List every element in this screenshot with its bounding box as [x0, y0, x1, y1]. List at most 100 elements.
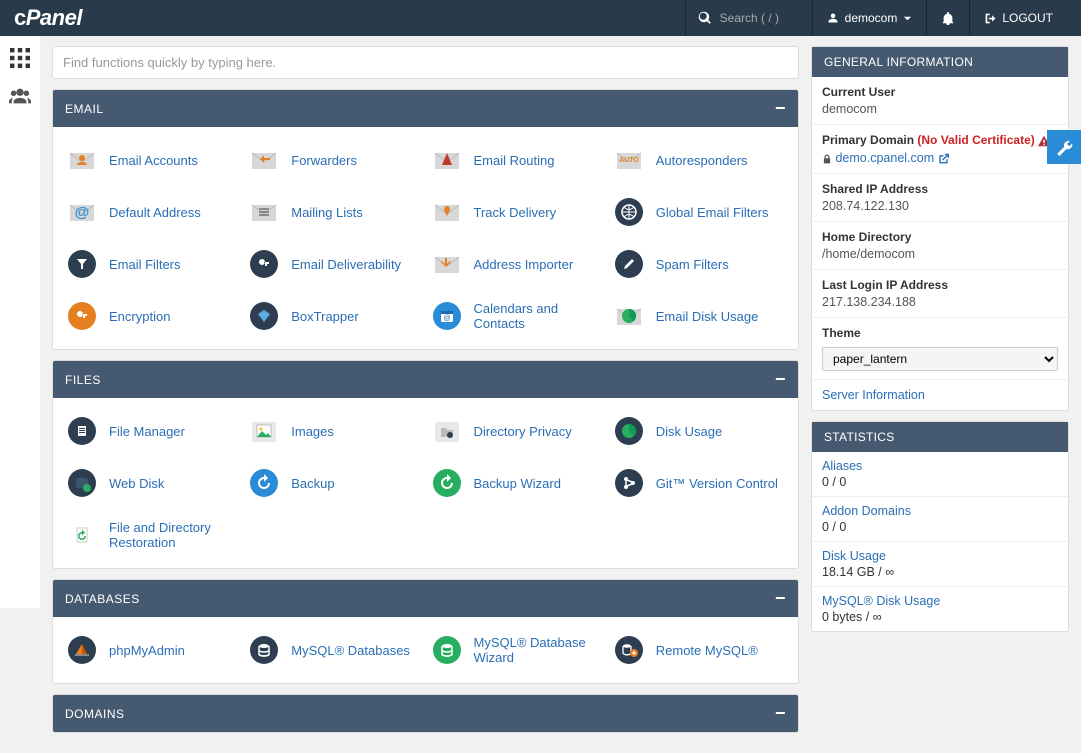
cpanel-logo[interactable]: cPanel — [14, 5, 82, 31]
app-item-git-version-control[interactable]: Git™ Version Control — [608, 460, 790, 506]
app-item-email-disk-usage[interactable]: Email Disk Usage — [608, 293, 790, 339]
app-item-forwarders[interactable]: Forwarders — [243, 137, 425, 183]
info-home-dir: Home Directory /home/democom — [812, 222, 1068, 270]
general-info-title: GENERAL INFORMATION — [812, 47, 1068, 77]
user-menu[interactable]: democom — [812, 0, 927, 36]
app-item-label: Directory Privacy — [474, 424, 572, 439]
section-header[interactable]: DATABASES− — [53, 580, 798, 617]
section-files: FILES− File ManagerImages Directory Privac… — [52, 360, 799, 569]
app-item-spam-filters[interactable]: Spam Filters — [608, 241, 790, 287]
theme-select[interactable]: paper_lantern — [822, 347, 1058, 371]
disk-green-icon — [612, 414, 646, 448]
top-search-input[interactable] — [720, 11, 800, 25]
key-navy-icon — [247, 247, 281, 281]
domain-link[interactable]: demo.cpanel.com — [835, 151, 934, 165]
app-item-label: Address Importer — [474, 257, 574, 272]
svg-text:AUTO: AUTO — [619, 157, 639, 164]
info-shared-ip: Shared IP Address 208.74.122.130 — [812, 174, 1068, 222]
app-item-label: BoxTrapper — [291, 309, 358, 324]
notifications[interactable] — [926, 0, 969, 36]
collapse-icon[interactable]: − — [775, 588, 786, 609]
wrench-icon — [1055, 138, 1073, 156]
section-header[interactable]: EMAIL − — [53, 90, 798, 127]
app-item-file-and-directory-restoration[interactable]: File and Directory Restoration — [61, 512, 243, 558]
info-current-user: Current User democom — [812, 77, 1068, 125]
app-item-address-importer[interactable]: Address Importer — [426, 241, 608, 287]
stat-row: Aliases0 / 0 — [812, 452, 1068, 497]
top-search[interactable] — [685, 0, 812, 36]
app-item-label: phpMyAdmin — [109, 643, 185, 658]
collapse-icon[interactable]: − — [775, 369, 786, 390]
app-item-label: File and Directory Restoration — [109, 520, 239, 550]
main-search-input[interactable] — [63, 55, 788, 70]
logout-button[interactable]: LOGOUT — [969, 0, 1067, 36]
app-item-phpmyadmin[interactable]: phpMyAdmin — [61, 627, 243, 673]
app-item-backup[interactable]: Backup — [243, 460, 425, 506]
stat-label[interactable]: Aliases — [822, 459, 1058, 473]
section-title: DOMAINS — [65, 707, 125, 721]
pin-orange-icon — [430, 195, 464, 229]
app-item-remote-mysql-[interactable]: Remote MySQL® — [608, 627, 790, 673]
section-header[interactable]: FILES− — [53, 361, 798, 398]
app-item-label: Autoresponders — [656, 153, 748, 168]
section-header[interactable]: DOMAINS − — [53, 695, 798, 732]
rail-grid-icon[interactable] — [8, 46, 32, 70]
git-navy-icon — [612, 466, 646, 500]
stat-label[interactable]: Addon Domains — [822, 504, 1058, 518]
section-email: EMAIL − Email Accounts ForwardersEmail Rout… — [52, 89, 799, 350]
app-item-encryption[interactable]: Encryption — [61, 293, 243, 339]
app-item-label: Encryption — [109, 309, 170, 324]
app-item-label: Global Email Filters — [656, 205, 769, 220]
import-orange-icon — [430, 247, 464, 281]
files-navy-icon — [65, 414, 99, 448]
app-item-label: Email Deliverability — [291, 257, 401, 272]
logout-label: LOGOUT — [1002, 11, 1053, 25]
stat-row: Disk Usage18.14 GB / ∞ — [812, 542, 1068, 587]
app-item-email-accounts[interactable]: Email Accounts — [61, 137, 243, 183]
stat-label[interactable]: MySQL® Disk Usage — [822, 594, 1058, 608]
app-item-default-address[interactable]: @ Default Address — [61, 189, 243, 235]
folder-lock-icon — [430, 414, 464, 448]
image-green-icon — [247, 414, 281, 448]
app-item-mysql-databases[interactable]: MySQL® Databases — [243, 627, 425, 673]
app-item-calendars-and-contacts[interactable]: @Calendars and Contacts — [426, 293, 608, 339]
app-item-autoresponders[interactable]: AUTO Autoresponders — [608, 137, 790, 183]
main-search[interactable] — [52, 46, 799, 79]
backup-blue-icon — [247, 466, 281, 500]
app-item-disk-usage[interactable]: Disk Usage — [608, 408, 790, 454]
section-title: EMAIL — [65, 102, 104, 116]
svg-text:@: @ — [75, 204, 90, 221]
disk-usage-green-icon — [612, 299, 646, 333]
app-item-email-deliverability[interactable]: Email Deliverability — [243, 241, 425, 287]
wrench-tab[interactable] — [1047, 130, 1081, 164]
app-item-label: MySQL® Database Wizard — [474, 635, 604, 665]
app-item-backup-wizard[interactable]: Backup Wizard — [426, 460, 608, 506]
db-remote-icon — [612, 633, 646, 667]
app-item-mysql-database-wizard[interactable]: MySQL® Database Wizard — [426, 627, 608, 673]
app-item-label: Track Delivery — [474, 205, 557, 220]
app-item-label: Default Address — [109, 205, 201, 220]
globe-navy-icon — [612, 195, 646, 229]
app-item-label: Email Accounts — [109, 153, 198, 168]
collapse-icon[interactable]: − — [775, 703, 786, 724]
app-item-email-routing[interactable]: Email Routing — [426, 137, 608, 183]
app-item-email-filters[interactable]: Email Filters — [61, 241, 243, 287]
app-item-label: Git™ Version Control — [656, 476, 778, 491]
user-icon — [827, 12, 839, 24]
collapse-icon[interactable]: − — [775, 98, 786, 119]
app-item-boxtrapper[interactable]: BoxTrapper — [243, 293, 425, 339]
rail-users-icon[interactable] — [8, 84, 32, 108]
app-item-label: Web Disk — [109, 476, 164, 491]
app-item-directory-privacy[interactable]: Directory Privacy — [426, 408, 608, 454]
app-item-global-email-filters[interactable]: Global Email Filters — [608, 189, 790, 235]
key-orange-icon — [65, 299, 99, 333]
app-item-file-manager[interactable]: File Manager — [61, 408, 243, 454]
app-item-images[interactable]: Images — [243, 408, 425, 454]
stat-label[interactable]: Disk Usage — [822, 549, 1058, 563]
info-theme: Theme paper_lantern — [812, 318, 1068, 380]
app-item-label: Backup — [291, 476, 334, 491]
app-item-mailing-lists[interactable]: Mailing Lists — [243, 189, 425, 235]
app-item-track-delivery[interactable]: Track Delivery — [426, 189, 608, 235]
server-info-link[interactable]: Server Information — [812, 380, 1068, 410]
app-item-web-disk[interactable]: Web Disk — [61, 460, 243, 506]
